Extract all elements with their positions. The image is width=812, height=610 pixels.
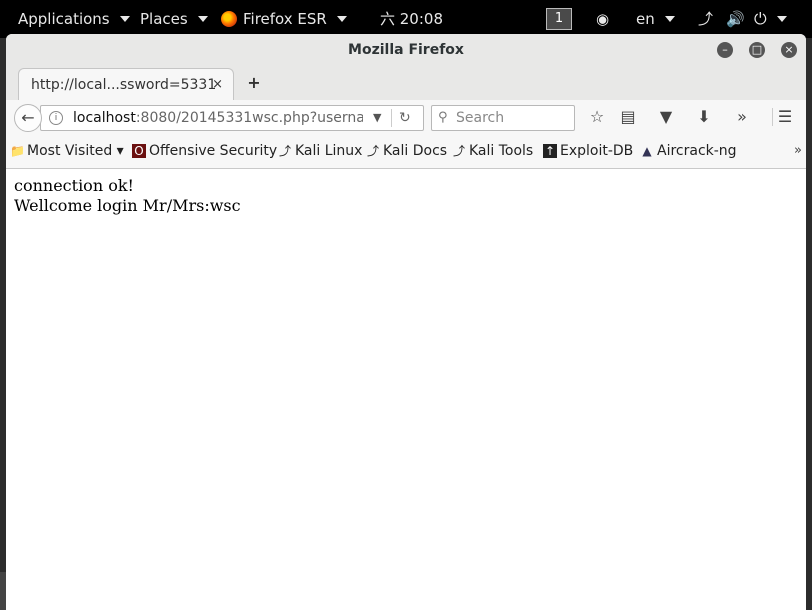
app-menu-label: Firefox ESR — [243, 10, 327, 28]
clock[interactable]: 六 20:08 — [380, 0, 443, 38]
bookmarks-overflow-icon[interactable]: » — [794, 134, 802, 168]
info-icon[interactable]: i — [49, 111, 63, 125]
system-menu[interactable]: ⏻ — [754, 0, 787, 38]
url-text[interactable]: localhost:8080/20145331wsc.php?username= — [73, 106, 363, 130]
download-icon[interactable]: ⬇ — [691, 104, 717, 130]
places-label: Places — [140, 10, 188, 28]
chevron-down-icon — [776, 16, 787, 22]
close-window-button[interactable]: × — [781, 42, 797, 58]
bookmark-label: Exploit-DB — [560, 143, 634, 159]
firefox-icon — [221, 11, 237, 27]
chevron-down-icon — [664, 16, 675, 22]
aircrack-icon: ▲ — [642, 144, 652, 158]
bookmark-star-icon[interactable]: ☆ — [584, 104, 610, 130]
kali-dragon-icon: ⤴ — [278, 144, 291, 158]
navigation-toolbar: i localhost:8080/20145331wsc.php?usernam… — [6, 100, 806, 134]
bookmark-kali-tools[interactable]: ⤴ Kali Tools — [452, 134, 533, 168]
bookmark-label: Aircrack-ng — [657, 143, 737, 159]
back-arrow-icon: ← — [21, 108, 35, 127]
clock-label: 六 20:08 — [380, 10, 443, 28]
workspace-number: 1 — [546, 8, 572, 30]
places-menu[interactable]: Places — [140, 0, 208, 38]
back-button[interactable]: ← — [14, 104, 42, 132]
network-icon[interactable]: ⤴ — [698, 0, 713, 38]
chevron-down-icon — [197, 16, 208, 22]
reading-list-icon[interactable]: ▤ — [615, 104, 641, 130]
window-title: Mozilla Firefox — [348, 42, 464, 58]
bookmark-label: Kali Linux — [295, 143, 363, 159]
bookmark-exploit-db[interactable]: ↑ Exploit-DB — [543, 134, 633, 168]
kali-dragon-icon: ⤴ — [366, 144, 379, 158]
overflow-menu-icon[interactable]: » — [729, 104, 755, 130]
url-host: localhost — [73, 110, 136, 126]
maximize-button[interactable]: □ — [749, 42, 765, 58]
language-label: en — [636, 10, 655, 28]
firefox-window: Mozilla Firefox – □ × http://local...ssw… — [6, 34, 806, 610]
reload-icon[interactable]: ↻ — [399, 106, 411, 130]
workspace-indicator[interactable]: 1 — [546, 0, 572, 38]
bookmark-label: Offensive Security — [149, 143, 278, 159]
pocket-icon[interactable]: ▼ — [653, 104, 679, 130]
bookmark-kali-linux[interactable]: ⤴ Kali Linux — [278, 134, 362, 168]
video-camera-icon[interactable]: ◉ — [596, 0, 609, 38]
bookmark-label: Kali Docs — [383, 143, 448, 159]
search-bar[interactable]: ⚲ Search — [431, 105, 575, 131]
app-menu[interactable]: Firefox ESR — [221, 0, 347, 38]
url-separator — [391, 109, 392, 127]
page-content: connection ok! Wellcome login Mr/Mrs:wsc — [6, 169, 806, 610]
chevron-down-icon — [336, 16, 347, 22]
hamburger-menu-icon[interactable]: ☰ — [772, 104, 798, 130]
applications-menu[interactable]: Applications — [18, 0, 130, 38]
power-icon: ⏻ — [754, 9, 767, 28]
offensive-security-icon: O — [132, 144, 146, 158]
connection-status-text: connection ok! — [14, 176, 134, 195]
tab-close-icon[interactable]: × — [212, 69, 223, 101]
search-placeholder: Search — [456, 110, 505, 126]
gnome-top-bar: Applications Places Firefox ESR 六 20:08 … — [0, 0, 812, 38]
volume-icon[interactable]: 🔊 — [726, 0, 745, 38]
chevron-down-icon — [119, 16, 130, 22]
url-dropdown-icon[interactable]: ▼ — [373, 106, 381, 130]
minimize-button[interactable]: – — [717, 42, 733, 58]
applications-label: Applications — [18, 10, 110, 28]
tab-active[interactable]: http://local...ssword=5331 × — [18, 68, 234, 101]
bookmarks-toolbar: 📁 Most Visited ▾ O Offensive Security ⤴ … — [6, 134, 806, 169]
bookmark-most-visited[interactable]: 📁 Most Visited ▾ — [10, 134, 124, 168]
title-bar: Mozilla Firefox – □ × — [6, 34, 806, 66]
welcome-message-text: Wellcome login Mr/Mrs:wsc — [14, 196, 241, 215]
bookmark-label: Kali Tools — [469, 143, 534, 159]
exploit-db-icon: ↑ — [543, 144, 557, 158]
url-path: :8080/20145331wsc.php?username= — [135, 110, 363, 126]
tab-title: http://local...ssword=5331 — [31, 77, 217, 93]
bookmark-aircrack-ng[interactable]: ▲ Aircrack-ng — [640, 134, 737, 168]
folder-icon: 📁 — [10, 144, 25, 158]
desktop-edge — [0, 572, 6, 610]
new-tab-button[interactable]: + — [242, 68, 266, 98]
bookmark-label: Most Visited ▾ — [27, 143, 124, 159]
bookmark-offensive-security[interactable]: O Offensive Security — [132, 134, 277, 168]
tab-bar: http://local...ssword=5331 × + — [6, 66, 806, 101]
url-bar[interactable]: i localhost:8080/20145331wsc.php?usernam… — [40, 105, 424, 131]
search-icon: ⚲ — [438, 110, 448, 125]
language-indicator[interactable]: en — [636, 0, 675, 38]
bookmark-kali-docs[interactable]: ⤴ Kali Docs — [366, 134, 447, 168]
kali-dragon-icon: ⤴ — [452, 144, 465, 158]
